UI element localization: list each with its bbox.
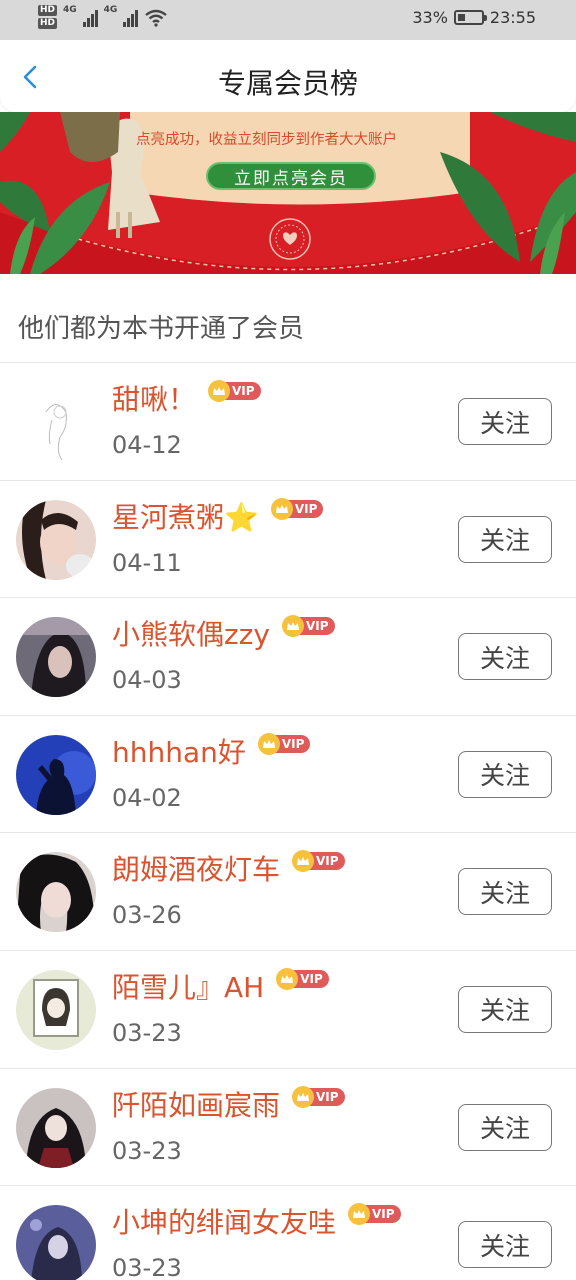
vip-badge: VIP [348, 1203, 401, 1226]
vip-badge: VIP [257, 732, 311, 755]
name-line: 朗姆酒夜灯车 VIP [112, 849, 345, 891]
avatar[interactable] [16, 734, 96, 815]
signal-icon [82, 9, 98, 27]
signal-icon [123, 9, 139, 27]
vip-badge: VIP [292, 850, 345, 873]
clock: 23:55 [489, 8, 536, 27]
list-item[interactable]: 朗姆酒夜灯车 VIP 03-26 关注 [0, 833, 576, 951]
member-date: 03-23 [112, 1018, 182, 1047]
crown-icon [257, 732, 280, 755]
avatar[interactable] [16, 969, 96, 1050]
member-name[interactable]: 阡陌如画宸雨 [112, 1085, 280, 1127]
avatar[interactable] [16, 499, 96, 580]
member-name[interactable]: 星河煮粥⭐ [112, 497, 259, 539]
list-item[interactable]: hhhhan好 VIP 04-02 关注 [0, 716, 576, 834]
follow-button[interactable]: 关注 [458, 1103, 552, 1151]
member-date: 04-02 [112, 783, 182, 812]
battery-icon [453, 10, 487, 25]
member-name[interactable]: 小坤的绯闻女友哇 [112, 1202, 336, 1244]
hd-badge: HD [38, 5, 58, 16]
list-item[interactable]: 小坤的绯闻女友哇 VIP 03-23 关注 [0, 1186, 576, 1280]
avatar[interactable] [16, 617, 96, 698]
vip-badge: VIP [270, 497, 324, 520]
app-header: 专属会员榜 [0, 40, 576, 112]
avatar[interactable] [16, 1205, 96, 1280]
member-list: 甜啾！ VIP 04-12 关注 星河煮粥⭐ VIP 04-11 关注 小熊软偶… [0, 363, 576, 1280]
member-date: 04-12 [112, 431, 182, 459]
member-name[interactable]: 甜啾！ [112, 379, 196, 421]
follow-button[interactable]: 关注 [458, 398, 552, 445]
name-line: 星河煮粥⭐ VIP [112, 497, 324, 539]
member-name[interactable]: 小熊软偶zzy [112, 614, 270, 656]
follow-button[interactable]: 关注 [458, 515, 552, 563]
vip-badge: VIP [292, 1085, 345, 1108]
member-date: 04-11 [112, 548, 182, 577]
list-item[interactable]: 甜啾！ VIP 04-12 关注 [0, 363, 576, 481]
vip-badge: VIP [208, 380, 261, 402]
list-item[interactable]: 星河煮粥⭐ VIP 04-11 关注 [0, 481, 576, 599]
name-line: 小坤的绯闻女友哇 VIP [112, 1202, 401, 1244]
avatar[interactable] [16, 852, 96, 933]
status-left: HD HD 4G 4G [38, 5, 168, 29]
member-name[interactable]: 朗姆酒夜灯车 [112, 849, 280, 891]
follow-button[interactable]: 关注 [458, 633, 552, 681]
list-item[interactable]: 陌雪儿』AH VIP 03-23 关注 [0, 951, 576, 1069]
page-title: 专属会员榜 [217, 67, 358, 100]
status-right: 33% 23:55 [412, 8, 536, 27]
follow-button[interactable]: 关注 [458, 868, 552, 916]
follow-button[interactable]: 关注 [458, 750, 552, 798]
avatar[interactable] [16, 382, 96, 462]
follow-button[interactable]: 关注 [458, 985, 552, 1033]
vip-badge: VIP [281, 615, 335, 638]
section-title: 他们都为本书开通了会员 [18, 314, 305, 344]
name-line: 小熊软偶zzy VIP [112, 614, 335, 656]
member-date: 03-23 [112, 1254, 182, 1280]
network-type: 4G [63, 5, 77, 15]
network-type: 4G [103, 5, 118, 15]
crown-icon [208, 380, 231, 402]
crown-icon [281, 615, 304, 638]
name-line: hhhhan好 VIP [112, 732, 311, 774]
name-line: 甜啾！ VIP [112, 379, 261, 421]
list-item[interactable]: 小熊软偶zzy VIP 04-03 关注 [0, 598, 576, 716]
member-name[interactable]: hhhhan好 [112, 732, 246, 774]
activate-vip-button[interactable]: 立即点亮会员 [206, 162, 376, 190]
crown-icon [270, 497, 293, 520]
vip-badge: VIP [276, 967, 329, 990]
list-item[interactable]: 阡陌如画宸雨 VIP 03-23 关注 [0, 1069, 576, 1187]
crown-icon [292, 1085, 315, 1108]
banner-text: 点亮成功，收益立刻同步到作者大大账户 [136, 132, 397, 148]
status-bar: HD HD 4G 4G 33% 23:55 [0, 0, 576, 40]
member-date: 03-23 [112, 1136, 182, 1165]
member-date: 03-26 [112, 901, 182, 930]
avatar[interactable] [16, 1087, 96, 1168]
member-name[interactable]: 陌雪儿』AH [112, 967, 264, 1009]
follow-button[interactable]: 关注 [458, 1221, 552, 1269]
crown-icon [348, 1203, 371, 1226]
hd-indicators: HD HD [38, 5, 58, 29]
promo-banner[interactable]: 点亮成功，收益立刻同步到作者大大账户 立即点亮会员 [0, 112, 576, 274]
battery-percent: 33% [412, 8, 448, 27]
name-line: 陌雪儿』AH VIP [112, 967, 329, 1009]
wifi-icon [145, 9, 168, 27]
name-line: 阡陌如画宸雨 VIP [112, 1085, 345, 1127]
member-date: 04-03 [112, 666, 182, 695]
hd-badge: HD [38, 18, 58, 29]
